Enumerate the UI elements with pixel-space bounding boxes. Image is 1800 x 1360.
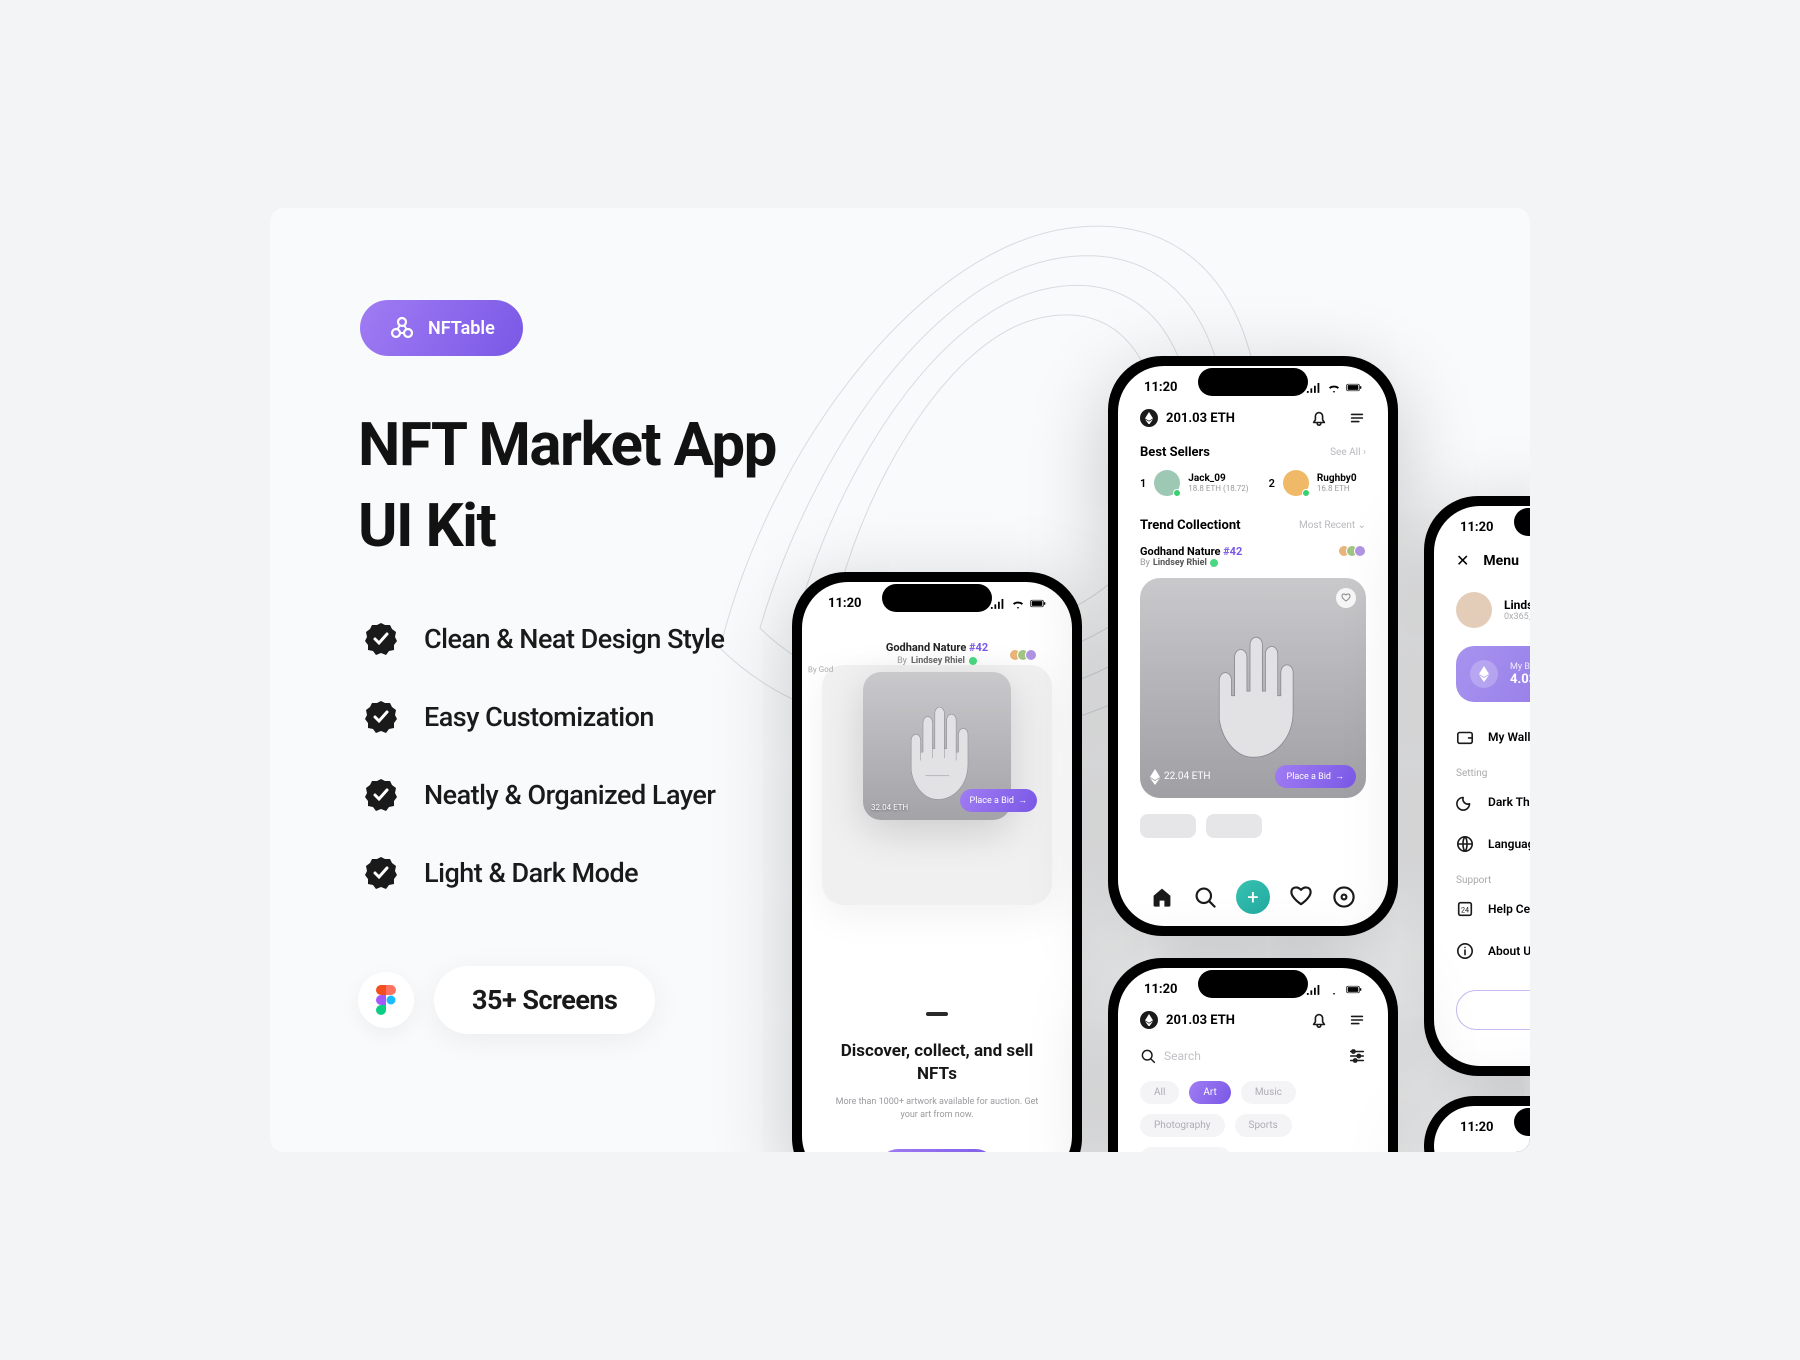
check-seal-icon <box>364 778 398 812</box>
phone-onboarding: 11:20 By God Godhand Nature #42 By Linds… <box>792 572 1082 1152</box>
get-started-button[interactable]: Get Started <box>879 1149 995 1152</box>
status-time: 11:20 <box>828 596 862 611</box>
wallet-balance[interactable]: 201.03 ETH <box>1140 1011 1235 1029</box>
menu-language[interactable]: Language <box>1434 823 1530 865</box>
phone-menu: 11:20 ✕ Menu Lindsey R0x365_4 My Balance4… <box>1424 496 1530 1076</box>
filter-icon[interactable] <box>1348 1047 1366 1065</box>
chip[interactable]: Photography <box>1140 1114 1225 1137</box>
chip[interactable]: Virtual Worlds <box>1140 1147 1231 1152</box>
menu-title: Menu <box>1483 553 1519 569</box>
bid-button[interactable]: Place a Bid→ <box>1275 765 1356 788</box>
wallet-balance[interactable]: 201.03 ETH <box>1140 409 1235 427</box>
search-input[interactable]: Search <box>1140 1048 1338 1064</box>
nft-image: 32.04 ETH Place a Bid → <box>863 672 1011 820</box>
menu-icon[interactable] <box>1348 409 1366 427</box>
chip[interactable]: Sports <box>1235 1114 1292 1137</box>
seller-item[interactable]: 1Jack_0918.8 ETH (18.72) <box>1140 470 1249 496</box>
tab-add[interactable]: + <box>1236 880 1270 914</box>
status-time: 11:20 <box>1460 1120 1494 1135</box>
onboard-subtext: More than 1000+ artwork available for au… <box>832 1096 1042 1123</box>
tab-home[interactable] <box>1150 885 1174 909</box>
eth-icon <box>1140 409 1158 427</box>
check-seal-icon <box>364 856 398 890</box>
nft-title: Godhand Nature #42 <box>1140 545 1242 558</box>
thumbnail-row <box>1118 804 1388 838</box>
avatar <box>1154 470 1180 496</box>
brand-name: NFTable <box>428 318 495 339</box>
dynamic-island <box>1198 970 1308 998</box>
figma-chip <box>358 972 414 1028</box>
search-icon <box>1140 1048 1156 1064</box>
seller-item[interactable]: 2Rughby016.8 ETH <box>1269 470 1357 496</box>
nft-image-large[interactable]: 22.04 ETH Place a Bid→ <box>1140 578 1366 798</box>
menu-about[interactable]: About Us <box>1434 930 1530 972</box>
see-all-link[interactable]: See All › <box>1330 447 1366 458</box>
onboard-heading: Discover, collect, and sell NFTs <box>832 1040 1042 1086</box>
status-icons <box>990 596 1046 611</box>
phone-home: 11:20 201.03 ETH Best Sellers See All › 1… <box>1108 356 1398 936</box>
avatar <box>1456 592 1492 628</box>
eth-icon <box>1470 660 1498 688</box>
phone-partial: 11:20 <box>1424 1096 1530 1152</box>
back-author: By God <box>808 665 833 674</box>
page-indicator <box>802 1001 1072 1020</box>
nft-author: By Lindsey Rhiel <box>837 656 1037 666</box>
chip[interactable]: All <box>1140 1081 1179 1104</box>
svg-text:24: 24 <box>1461 906 1469 915</box>
figma-icon <box>376 985 396 1015</box>
feature-row: Neatly & Organized Layer <box>364 778 724 812</box>
dynamic-island <box>882 584 992 612</box>
sort-select[interactable]: Most Recent ⌄ <box>1299 520 1366 531</box>
menu-wallet[interactable]: My Wallet <box>1434 716 1530 758</box>
feature-list: Clean & Neat Design Style Easy Customiza… <box>364 622 724 890</box>
check-seal-icon <box>364 700 398 734</box>
balance-card[interactable]: My Balance4.033 E <box>1456 646 1530 702</box>
tab-bar: + <box>1140 880 1366 914</box>
nft-author: By Lindsey Rhiel <box>1140 558 1242 568</box>
nft-price: 22.04 ETH <box>1150 769 1210 785</box>
feature-row: Easy Customization <box>364 700 724 734</box>
dynamic-island <box>1198 368 1308 396</box>
status-time: 11:20 <box>1144 982 1178 997</box>
tab-search[interactable] <box>1193 885 1217 909</box>
verified-icon <box>969 657 977 665</box>
disconnect-button[interactable]: Disc <box>1456 990 1530 1030</box>
check-seal-icon <box>364 622 398 656</box>
bid-button[interactable]: Place a Bid → <box>960 789 1037 812</box>
profile-row[interactable]: Lindsey R0x365_4 <box>1434 580 1530 640</box>
brand-badge: NFTable <box>360 300 523 356</box>
menu-help[interactable]: 24Help Center <box>1434 888 1530 930</box>
category-chips: All Art Music Photography Sports Virtual… <box>1118 1075 1388 1152</box>
status-time: 11:20 <box>1460 520 1494 535</box>
heart-icon[interactable] <box>1336 588 1356 608</box>
brand-logo-icon <box>388 314 416 342</box>
section-trend: Trend Collectiont <box>1140 518 1241 533</box>
screens-count: 35+ Screens <box>434 966 655 1034</box>
bidder-avatars <box>1342 545 1366 568</box>
menu-dark[interactable]: Dark Them <box>1434 781 1530 823</box>
chip-active[interactable]: Art <box>1189 1081 1230 1104</box>
tab-favorite[interactable] <box>1289 885 1313 909</box>
bell-icon[interactable] <box>1310 1011 1328 1029</box>
section-label: Setting <box>1434 758 1530 781</box>
section-best-sellers: Best Sellers <box>1140 445 1210 460</box>
avatar <box>1283 470 1309 496</box>
menu-icon[interactable] <box>1348 1011 1366 1029</box>
phone-search: 11:20 201.03 ETH Search All Art Music Ph… <box>1108 958 1398 1152</box>
page-title: NFT Market AppUI Kit <box>358 404 776 566</box>
chip[interactable]: Music <box>1241 1081 1296 1104</box>
section-label: Support <box>1434 865 1530 888</box>
feature-row: Clean & Neat Design Style <box>364 622 724 656</box>
feature-row: Light & Dark Mode <box>364 856 724 890</box>
status-time: 11:20 <box>1144 380 1178 395</box>
tab-profile[interactable] <box>1332 885 1356 909</box>
nft-price: 32.04 ETH <box>871 803 908 812</box>
bidder-avatars <box>1013 649 1037 661</box>
bell-icon[interactable] <box>1310 409 1328 427</box>
nft-title: Godhand Nature #42 <box>837 641 1037 654</box>
close-icon[interactable]: ✕ <box>1456 551 1469 570</box>
